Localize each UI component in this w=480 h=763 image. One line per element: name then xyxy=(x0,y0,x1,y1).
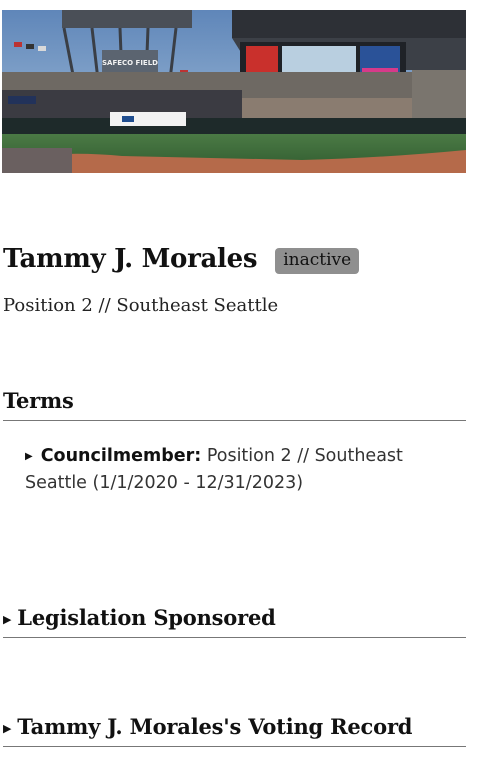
stadium-sign-text: SAFECO FIELD xyxy=(102,59,158,67)
disclosure-triangle-icon: ▶ xyxy=(3,613,12,626)
page-title: Tammy J. Morales xyxy=(3,244,258,274)
position-subtitle: Position 2 // Southeast Seattle xyxy=(3,295,279,316)
voting-record-toggle[interactable]: ▶ Tammy J. Morales's Voting Record xyxy=(3,714,466,747)
voting-record-heading: Tammy J. Morales's Voting Record xyxy=(17,714,413,739)
disclosure-triangle-icon: ▶ xyxy=(3,722,12,735)
term-entry[interactable]: ▶ Councilmember: Position 2 // Southeast … xyxy=(25,443,445,497)
legislation-sponsored-toggle[interactable]: ▶ Legislation Sponsored xyxy=(3,605,466,638)
term-role: Councilmember: xyxy=(40,446,202,466)
disclosure-triangle-icon: ▶ xyxy=(25,451,33,462)
profile-header: Tammy J. Morales inactive xyxy=(3,244,360,274)
status-badge: inactive xyxy=(275,247,360,274)
terms-heading: Terms xyxy=(3,388,466,421)
legislation-heading: Legislation Sponsored xyxy=(17,605,276,630)
hero-stadium-image: SAFECO FIELD xyxy=(2,10,466,173)
